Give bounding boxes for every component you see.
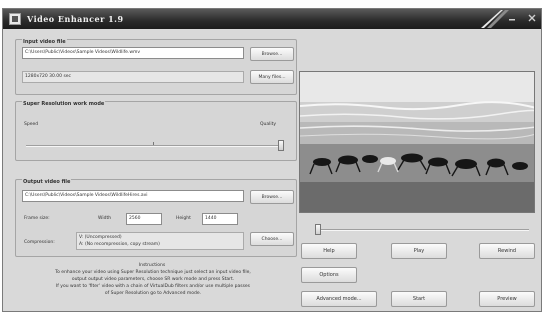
quality-label: Quality — [260, 122, 277, 127]
instructions-line: of Super Resolution go to Advanced mode. — [104, 291, 202, 296]
instructions-line: To enhance your video using Super Resolu… — [55, 270, 251, 275]
compression-info: V: (Uncompressed) A: (No recompression, … — [76, 232, 244, 250]
height-input[interactable]: 1440 — [202, 213, 238, 225]
play-button[interactable]: Play — [391, 243, 447, 259]
preview-button[interactable]: Preview — [479, 291, 535, 307]
many-files-button[interactable]: Many files... — [250, 70, 294, 84]
width-input[interactable]: 2560 — [126, 213, 162, 225]
output-video-group-label: Output video file — [22, 179, 72, 185]
input-info-field: 1280x720 30.00 sec — [22, 71, 244, 83]
video-frame-image — [300, 72, 534, 212]
title-bar[interactable]: Video Enhancer 1.9 — [3, 9, 541, 29]
height-label: Height — [176, 216, 191, 221]
close-icon[interactable] — [527, 14, 537, 22]
input-video-group: Input video file C:\Users\Public\Videos\… — [15, 39, 297, 95]
sr-mode-group-label: Super Resolution work mode — [22, 101, 106, 107]
input-path-field[interactable]: C:\Users\Public\Videos\Sample Videos\Wil… — [22, 47, 244, 59]
app-window: Video Enhancer 1.9 Input video file C:\U… — [2, 8, 542, 312]
sr-mode-slider-thumb[interactable] — [278, 140, 284, 151]
width-label: Width — [98, 216, 112, 221]
options-button[interactable]: Options — [301, 267, 357, 283]
help-button[interactable]: Help — [301, 243, 357, 259]
input-browse-button[interactable]: Browse... — [250, 47, 294, 61]
instructions-line: output output video parameters, choose S… — [71, 277, 235, 282]
start-button[interactable]: Start — [391, 291, 447, 307]
app-icon — [9, 13, 21, 25]
output-video-group: Output video file C:\Users\Public\Videos… — [15, 179, 297, 257]
compression-label: Compression: — [24, 240, 55, 245]
output-browse-button[interactable]: Browse... — [250, 190, 294, 204]
rewind-button[interactable]: Rewind — [479, 243, 535, 259]
instructions-title: Instructions — [138, 263, 166, 268]
speed-label: Speed — [24, 122, 39, 127]
sr-mode-slider-track — [26, 145, 284, 147]
window-title: Video Enhancer 1.9 — [27, 14, 124, 24]
choose-compression-button[interactable]: Choose... — [250, 232, 294, 246]
instructions-line: If you want to 'fiter' video with a chai… — [55, 284, 251, 289]
position-slider-thumb[interactable] — [315, 224, 321, 235]
sr-mode-group: Super Resolution work mode Speed Quality — [15, 101, 297, 161]
compression-video-codec: V: (Uncompressed) — [79, 235, 122, 240]
video-preview — [299, 71, 535, 213]
position-slider-track — [315, 229, 529, 231]
compression-audio-codec: A: (No recompression, copy stream) — [79, 242, 160, 247]
slider-tick — [153, 142, 154, 145]
input-video-group-label: Input video file — [22, 39, 67, 45]
frame-size-label: Frame size: — [24, 216, 50, 221]
minimize-icon[interactable] — [507, 14, 517, 22]
advanced-mode-button[interactable]: Advanced mode... — [301, 291, 377, 307]
output-path-field[interactable]: C:\Users\Public\Videos\Sample Videos\Wil… — [22, 190, 244, 202]
